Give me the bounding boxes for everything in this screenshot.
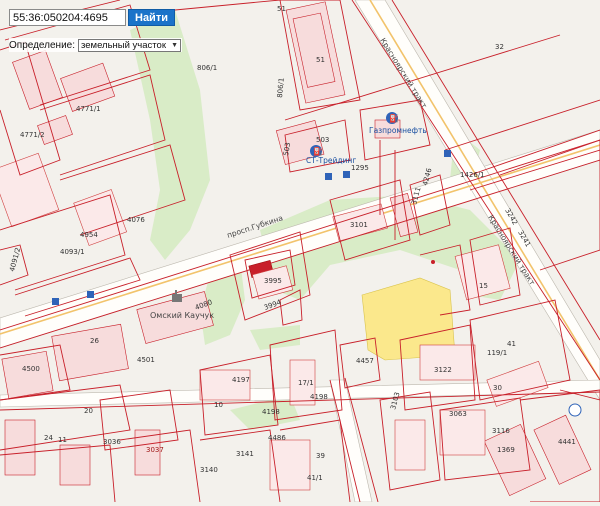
parcel-label: 3141 bbox=[236, 450, 254, 458]
chevron-down-icon: ▼ bbox=[171, 41, 179, 49]
parcel-label: 3037 bbox=[146, 446, 164, 454]
parcel-label: 3995 bbox=[264, 277, 282, 285]
svg-text:⛽: ⛽ bbox=[313, 146, 323, 156]
parcel-label: 4441 bbox=[558, 438, 576, 446]
parcel-label: 1426/1 bbox=[460, 171, 485, 179]
parcel-label: 503 bbox=[316, 136, 329, 144]
parcel-label: 3122 bbox=[434, 366, 452, 374]
parcel-label: 11 bbox=[58, 436, 67, 444]
parcel-label: 4486 bbox=[268, 434, 286, 442]
parcel-label: 4954 bbox=[80, 231, 98, 239]
parcel-label: 3063 bbox=[449, 410, 467, 418]
parcel-label: 32 bbox=[495, 43, 504, 51]
parcel-label: 3101 bbox=[350, 221, 368, 229]
parcel-label: 10 bbox=[214, 401, 223, 409]
parcel-label: 4076 bbox=[127, 216, 145, 224]
parcel-label: 30 bbox=[493, 384, 502, 392]
definition-selected-value: земельный участок bbox=[81, 39, 166, 51]
parcel-label: 39 bbox=[316, 452, 325, 460]
parcel-label: 4501 bbox=[137, 356, 155, 364]
poi-label-st-trading: СТ-Трейдинг bbox=[306, 156, 356, 165]
parcel-label: 24 bbox=[44, 434, 53, 442]
parcel-label: 4198 bbox=[310, 393, 328, 401]
parcel-label: 3140 bbox=[200, 466, 218, 474]
parcel-label: 4198 bbox=[262, 408, 280, 416]
svg-text:⛽: ⛽ bbox=[389, 113, 399, 123]
fuel-station-icon[interactable]: ⛽ bbox=[386, 112, 399, 124]
parcel-label: 3116 bbox=[492, 427, 510, 435]
parcel-label: 4457 bbox=[356, 357, 374, 365]
parcel-label: 17/1 bbox=[298, 379, 314, 387]
parcel-label: 4771/1 bbox=[76, 105, 101, 113]
definition-label: Определение: bbox=[9, 39, 76, 51]
parcel-label: 15 bbox=[479, 282, 488, 290]
parcel-label: 4771/2 bbox=[20, 131, 45, 139]
definition-row: Определение: земельный участок ▼ bbox=[9, 38, 183, 52]
parcel-label: 26 bbox=[90, 337, 99, 345]
parcel-label: 41 bbox=[507, 340, 516, 348]
parcel-label: 4093/1 bbox=[60, 248, 85, 256]
parcel-label: 3036 bbox=[103, 438, 121, 446]
parcel-label: 4500 bbox=[22, 365, 40, 373]
parcel-label: 4197 bbox=[232, 376, 250, 384]
map-canvas[interactable]: просп.Губкина Красноярский тракт Красноя… bbox=[0, 0, 600, 503]
search-input[interactable] bbox=[9, 9, 126, 26]
definition-select[interactable]: земельный участок ▼ bbox=[78, 38, 182, 52]
parcel-label: 119/1 bbox=[487, 349, 507, 357]
cadastral-map[interactable]: просп.Губкина Красноярский тракт Красноя… bbox=[0, 0, 600, 503]
parcel-label: 1295 bbox=[351, 164, 369, 172]
poi-label-gazpromneft: Газпромнефть bbox=[369, 126, 427, 135]
poi-label-omsky-kauchuk: Омский Каучук bbox=[150, 311, 214, 320]
fuel-station-icon[interactable]: ⛽ bbox=[310, 145, 323, 157]
search-bar: Найти bbox=[9, 9, 175, 26]
parcel-label: 41/1 bbox=[307, 474, 323, 482]
parcel-label: 806/1 bbox=[197, 64, 217, 72]
parcel-label: 20 bbox=[84, 407, 93, 415]
search-button[interactable]: Найти bbox=[128, 9, 175, 26]
parcel-label: 1369 bbox=[497, 446, 515, 454]
parcel-label: 51 bbox=[316, 56, 325, 64]
parcel-label: 51 bbox=[277, 5, 286, 13]
